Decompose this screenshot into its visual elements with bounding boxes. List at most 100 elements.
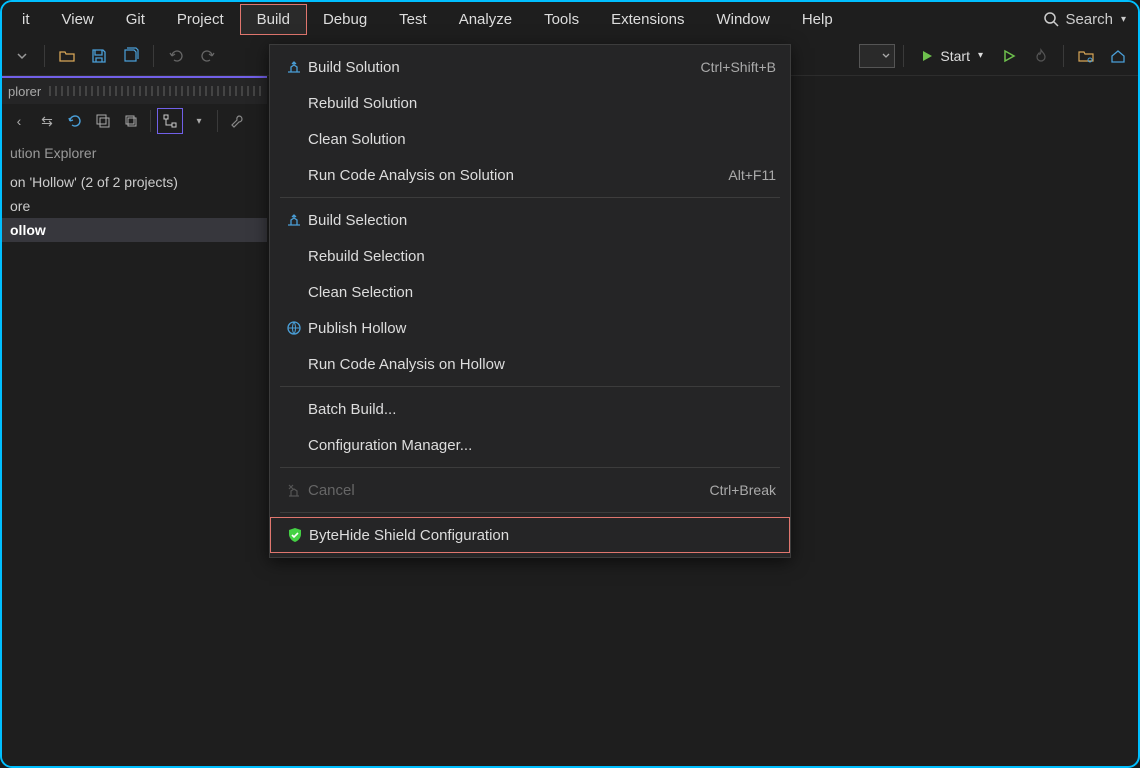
solution-explorer-panel: plorer ‹ ⇆ ▾ ution E <box>2 76 267 766</box>
menubar-search[interactable]: Search ▾ <box>1035 11 1134 28</box>
start-label: Start <box>940 48 970 64</box>
menu-window[interactable]: Window <box>700 5 785 34</box>
save-all-icon <box>122 47 140 65</box>
toolbar-separator <box>217 110 218 132</box>
menu-rebuild-solution[interactable]: Rebuild Solution <box>270 85 790 121</box>
toolbar-separator <box>903 45 904 67</box>
menu-separator <box>280 512 780 513</box>
chevron-down-icon: ▾ <box>978 50 983 61</box>
chevron-down-icon: ▾ <box>1121 14 1126 25</box>
play-icon <box>920 49 934 63</box>
menu-label: Publish Hollow <box>308 320 776 337</box>
grip-dots <box>49 86 261 96</box>
toolbar-right: Start ▾ <box>859 42 1132 70</box>
shield-icon <box>281 526 309 544</box>
menu-clean-selection[interactable]: Clean Selection <box>270 274 790 310</box>
menu-tools[interactable]: Tools <box>528 5 595 34</box>
explorer-header[interactable]: plorer <box>2 76 267 104</box>
tree-item-solution[interactable]: on 'Hollow' (2 of 2 projects) <box>2 170 267 194</box>
chevron-down-icon: ▾ <box>196 116 201 127</box>
menu-test[interactable]: Test <box>383 5 443 34</box>
menu-label: Build Selection <box>308 212 776 229</box>
menu-analyze[interactable]: Analyze <box>443 5 528 34</box>
tree-icon <box>162 113 178 129</box>
hot-reload-button[interactable] <box>1027 42 1055 70</box>
menu-project[interactable]: Project <box>161 5 240 34</box>
redo-button[interactable] <box>194 42 222 70</box>
menu-label: Clean Solution <box>308 131 776 148</box>
menu-extensions[interactable]: Extensions <box>595 5 700 34</box>
tree-view-button[interactable] <box>157 108 183 134</box>
menu-rebuild-selection[interactable]: Rebuild Selection <box>270 238 790 274</box>
wrench-icon <box>230 114 244 128</box>
menu-label: Build Solution <box>308 59 701 76</box>
menu-edit[interactable]: it <box>6 5 46 34</box>
switch-views-button[interactable]: ⇆ <box>34 108 60 134</box>
menu-clean-solution[interactable]: Clean Solution <box>270 121 790 157</box>
home-icon <box>1110 48 1126 64</box>
properties-button[interactable] <box>224 108 250 134</box>
save-all-button[interactable] <box>117 42 145 70</box>
menu-run-code-analysis-solution[interactable]: Run Code Analysis on Solution Alt+F11 <box>270 157 790 193</box>
menu-separator <box>280 197 780 198</box>
config-combo[interactable] <box>859 44 895 68</box>
flame-icon <box>1033 48 1049 64</box>
redo-icon <box>200 48 216 64</box>
menu-label: Clean Selection <box>308 284 776 301</box>
menu-view[interactable]: View <box>46 5 110 34</box>
menu-help[interactable]: Help <box>786 5 849 34</box>
menu-configuration-manager[interactable]: Configuration Manager... <box>270 427 790 463</box>
find-in-files-button[interactable] <box>1072 42 1100 70</box>
folder-search-icon <box>1077 47 1095 65</box>
search-label: Search <box>1065 11 1113 28</box>
undo-icon <box>168 48 184 64</box>
menu-label: Run Code Analysis on Hollow <box>308 356 776 373</box>
menu-batch-build[interactable]: Batch Build... <box>270 391 790 427</box>
publish-icon <box>280 320 308 336</box>
menu-cancel: Cancel Ctrl+Break <box>270 472 790 508</box>
folder-open-icon <box>58 47 76 65</box>
explorer-search[interactable]: ution Explorer <box>2 138 267 168</box>
start-debug-button[interactable]: Start ▾ <box>912 44 991 68</box>
start-without-debug-button[interactable] <box>995 42 1023 70</box>
refresh-button[interactable] <box>62 108 88 134</box>
menu-label: Cancel <box>308 482 709 499</box>
menubar: it View Git Project Build Debug Test Ana… <box>2 2 1138 36</box>
swap-icon: ⇆ <box>41 113 53 130</box>
collapse-icon <box>96 114 110 128</box>
build-icon <box>280 211 308 229</box>
menu-git[interactable]: Git <box>110 5 161 34</box>
more-dropdown[interactable]: ▾ <box>185 108 211 134</box>
build-icon <box>280 58 308 76</box>
toolbar-separator <box>150 110 151 132</box>
menu-separator <box>280 467 780 468</box>
menu-label: ByteHide Shield Configuration <box>309 527 775 544</box>
menu-publish-hollow[interactable]: Publish Hollow <box>270 310 790 346</box>
menu-build[interactable]: Build <box>240 4 307 35</box>
menu-separator <box>280 386 780 387</box>
collapse-all-button[interactable] <box>90 108 116 134</box>
toolbar-separator <box>1063 45 1064 67</box>
menu-bytehide-shield[interactable]: ByteHide Shield Configuration <box>270 517 790 553</box>
tree-item-project[interactable]: ollow <box>2 218 267 242</box>
solution-tree: on 'Hollow' (2 of 2 projects) ore ollow <box>2 168 267 244</box>
menu-build-solution[interactable]: Build Solution Ctrl+Shift+B <box>270 49 790 85</box>
menu-build-selection[interactable]: Build Selection <box>270 202 790 238</box>
menu-shortcut: Alt+F11 <box>728 167 776 183</box>
menu-shortcut: Ctrl+Break <box>709 482 776 498</box>
back-button[interactable]: ‹ <box>6 108 32 134</box>
toolbar-separator <box>153 45 154 67</box>
save-button[interactable] <box>85 42 113 70</box>
back-dropdown-button[interactable] <box>8 42 36 70</box>
menu-debug[interactable]: Debug <box>307 5 383 34</box>
show-all-button[interactable] <box>118 108 144 134</box>
ide-window: it View Git Project Build Debug Test Ana… <box>0 0 1140 768</box>
open-button[interactable] <box>53 42 81 70</box>
home-button[interactable] <box>1104 42 1132 70</box>
menu-run-code-analysis-hollow[interactable]: Run Code Analysis on Hollow <box>270 346 790 382</box>
undo-button[interactable] <box>162 42 190 70</box>
tree-item-project[interactable]: ore <box>2 194 267 218</box>
save-icon <box>91 48 107 64</box>
menu-shortcut: Ctrl+Shift+B <box>701 59 776 75</box>
stack-icon <box>124 114 138 128</box>
